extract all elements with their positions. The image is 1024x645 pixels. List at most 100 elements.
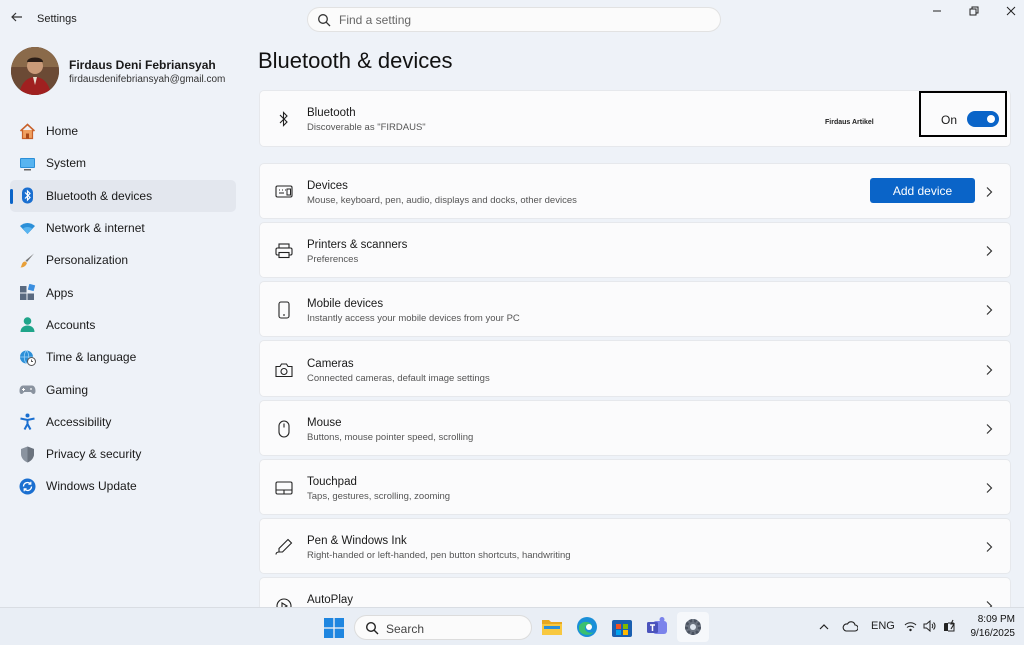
row-title: Touchpad	[307, 476, 357, 488]
cameras-row[interactable]: Cameras Connected cameras, default image…	[259, 340, 1011, 397]
row-subtitle: Taps, gestures, scrolling, zooming	[307, 491, 451, 502]
edge-browser-icon[interactable]	[576, 616, 598, 638]
search-icon	[318, 14, 331, 27]
profile-email: firdausdenifebriansyah@gmail.com	[69, 74, 226, 85]
onedrive-cloud-icon[interactable]	[842, 620, 858, 633]
sidebar-item-label: Gaming	[46, 382, 89, 397]
sidebar-item-label: Personalization	[46, 253, 129, 268]
row-title: Mouse	[307, 417, 342, 429]
shield-icon	[18, 445, 36, 463]
sidebar-item-label: Network & internet	[46, 221, 145, 236]
wifi-icon[interactable]	[904, 621, 917, 632]
close-button[interactable]	[995, 4, 1024, 22]
app-title: Settings	[37, 13, 77, 25]
battery-charging-icon[interactable]	[942, 619, 958, 633]
back-button[interactable]	[8, 10, 26, 28]
add-device-button[interactable]: Add device	[870, 178, 975, 203]
windows-start-icon[interactable]	[324, 618, 344, 638]
settings-search-input[interactable]	[339, 11, 709, 29]
touchpad-row[interactable]: Touchpad Taps, gestures, scrolling, zoom…	[259, 459, 1011, 515]
clock-time: 8:09 PM	[977, 614, 1015, 625]
chevron-right-icon	[986, 542, 993, 552]
sidebar-item-label: Windows Update	[46, 479, 137, 494]
teams-icon[interactable]	[646, 616, 668, 638]
printers-scanners-row[interactable]: Printers & scanners Preferences	[259, 222, 1011, 278]
devices-card[interactable]: Devices Mouse, keyboard, pen, audio, dis…	[259, 163, 1011, 219]
sidebar-item-home[interactable]: Home	[10, 115, 236, 147]
minimize-button[interactable]	[921, 4, 953, 22]
sidebar-item-time-language[interactable]: Time & language	[10, 341, 236, 373]
minimize-icon	[933, 10, 941, 12]
brush-icon	[18, 251, 36, 269]
globe-clock-icon	[18, 348, 36, 366]
restore-button[interactable]	[958, 4, 990, 22]
system-clock[interactable]: 8:09 PM 9/16/2025	[971, 613, 1016, 641]
sidebar-item-windows-update[interactable]: Windows Update	[10, 470, 236, 502]
sidebar-item-label: Privacy & security	[46, 447, 142, 462]
bluetooth-subtitle: Discoverable as "FIRDAUS"	[307, 122, 426, 133]
row-title: AutoPlay	[307, 594, 354, 606]
devices-subtitle: Mouse, keyboard, pen, audio, displays an…	[307, 195, 577, 206]
toggle-knob	[987, 115, 995, 123]
search-icon	[365, 621, 379, 635]
touchpad-icon	[274, 478, 294, 498]
bluetooth-title: Bluetooth	[307, 107, 356, 119]
bluetooth-icon	[18, 187, 36, 205]
devices-title: Devices	[307, 180, 348, 192]
chevron-up-icon[interactable]	[818, 622, 830, 632]
chevron-right-icon	[986, 601, 993, 607]
microsoft-store-icon[interactable]	[611, 616, 633, 638]
sidebar-item-privacy-security[interactable]: Privacy & security	[10, 438, 236, 470]
sidebar-item-label: Accessibility	[46, 414, 112, 429]
clock-date: 9/16/2025	[970, 628, 1016, 639]
bluetooth-toggle-highlight: On	[919, 91, 1007, 137]
person-icon	[18, 316, 36, 334]
sidebar-item-label: Accounts	[46, 317, 96, 332]
mobile-devices-row[interactable]: Mobile devices Instantly access your mob…	[259, 281, 1011, 337]
sidebar-item-bluetooth-devices[interactable]: Bluetooth & devices	[10, 179, 236, 212]
volume-icon[interactable]	[923, 620, 936, 632]
chevron-right-icon	[986, 187, 993, 197]
sidebar-item-network[interactable]: Network & internet	[10, 212, 236, 244]
bluetooth-icon	[274, 109, 294, 129]
restore-icon	[969, 6, 979, 16]
pen-icon	[274, 537, 294, 557]
row-subtitle: Buttons, mouse pointer speed, scrolling	[307, 432, 474, 443]
sidebar-item-accessibility[interactable]: Accessibility	[10, 406, 236, 438]
chevron-right-icon	[986, 483, 993, 493]
update-icon	[18, 477, 36, 495]
file-explorer-icon[interactable]	[541, 616, 563, 638]
row-title: Mobile devices	[307, 298, 384, 310]
profile-name: Firdaus Deni Febriansyah	[69, 58, 216, 72]
row-title: Cameras	[307, 358, 354, 370]
settings-gear-icon[interactable]	[682, 616, 704, 638]
language-indicator[interactable]: ENG	[871, 620, 895, 632]
mouse-row[interactable]: Mouse Buttons, mouse pointer speed, scro…	[259, 400, 1011, 456]
system-icon	[18, 154, 36, 172]
title-bar: Settings	[0, 0, 1024, 38]
row-subtitle: Preferences	[307, 254, 359, 265]
sidebar-item-gaming[interactable]: Gaming	[10, 373, 236, 405]
printer-icon	[274, 241, 294, 261]
sidebar-item-label: Bluetooth & devices	[46, 188, 153, 203]
user-profile[interactable]: Firdaus Deni Febriansyah firdausdenifebr…	[11, 47, 251, 97]
sidebar-item-personalization[interactable]: Personalization	[10, 244, 236, 276]
row-subtitle: Right-handed or left-handed, pen button …	[307, 550, 571, 561]
apps-icon	[18, 284, 36, 302]
chevron-right-icon	[986, 246, 993, 256]
watermark-text: Firdaus Artikel	[825, 119, 874, 126]
row-subtitle: Instantly access your mobile devices fro…	[307, 313, 520, 324]
autoplay-icon	[274, 596, 294, 607]
bluetooth-toggle-switch[interactable]	[967, 111, 999, 127]
sidebar-item-label: Time & language	[46, 350, 137, 365]
autoplay-row[interactable]: AutoPlay	[259, 577, 1011, 607]
sidebar-item-accounts[interactable]: Accounts	[10, 309, 236, 341]
pen-windows-ink-row[interactable]: Pen & Windows Ink Right-handed or left-h…	[259, 518, 1011, 574]
page-title: Bluetooth & devices	[258, 48, 453, 73]
sidebar-item-system[interactable]: System	[10, 147, 236, 179]
taskbar-search[interactable]: Search	[354, 615, 532, 640]
chevron-right-icon	[986, 305, 993, 315]
sidebar-item-apps[interactable]: Apps	[10, 276, 236, 308]
row-subtitle: Connected cameras, default image setting…	[307, 373, 490, 384]
settings-search-box[interactable]	[307, 7, 721, 32]
